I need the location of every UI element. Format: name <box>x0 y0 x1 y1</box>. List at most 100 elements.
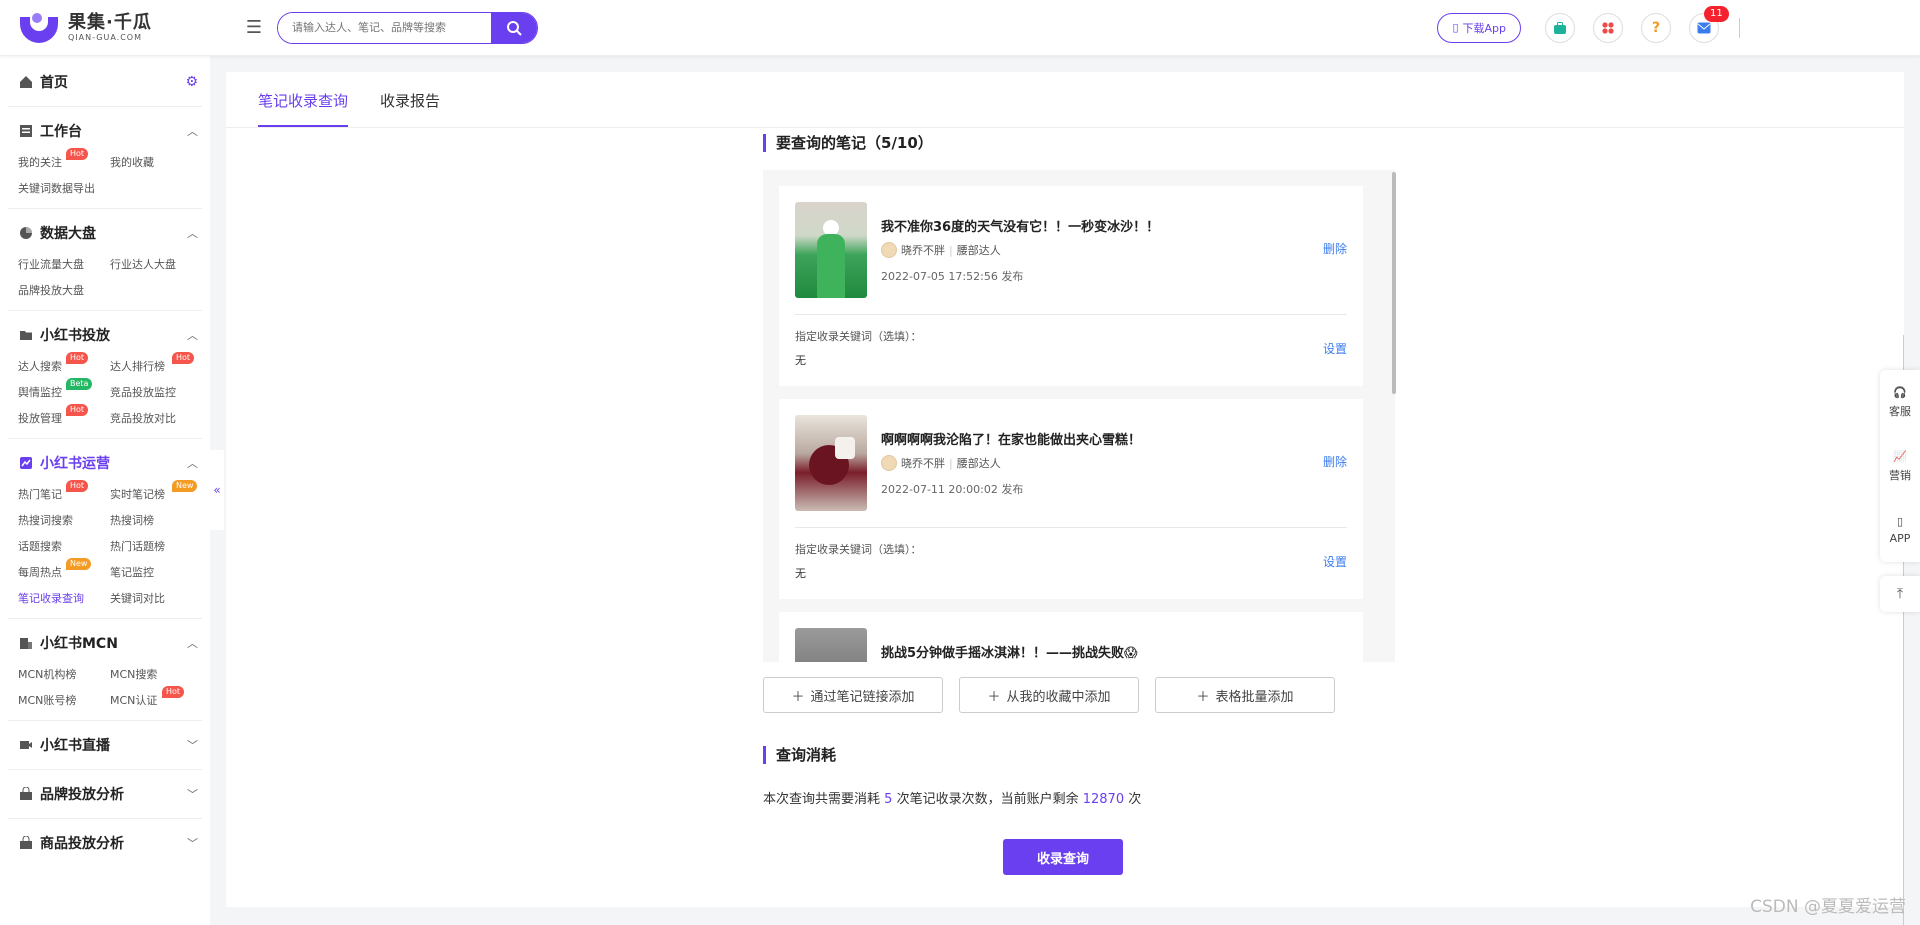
delete-note-button[interactable]: 删除 <box>1323 240 1347 257</box>
chevron-up-icon[interactable]: ︿ <box>187 225 198 241</box>
chevron-up-icon[interactable]: ︿ <box>187 123 198 139</box>
sidebar-section-xhs-ads[interactable]: 小红书投放 ︿ <box>18 323 202 347</box>
marketing-button[interactable]: 📈 营销 <box>1880 434 1920 498</box>
chart-icon: 📈 <box>1893 449 1907 463</box>
sidebar-item-topic-search[interactable]: 话题搜索 <box>18 537 110 556</box>
sidebar-item-my-favorites[interactable]: 我的收藏 <box>110 153 202 172</box>
sidebar-section-workbench[interactable]: 工作台 ︿ <box>18 119 202 143</box>
briefcase-icon[interactable] <box>1545 12 1575 43</box>
add-by-link-button[interactable]: ＋通过笔记链接添加 <box>763 677 943 713</box>
note-title[interactable]: 挑战5分钟做手摇冰淇淋！！——挑战失败😱 <box>881 642 1138 661</box>
settings-icon[interactable]: ⚙ <box>185 74 198 90</box>
add-from-favorites-button[interactable]: ＋从我的收藏中添加 <box>959 677 1139 713</box>
notes-section-title: 要查询的笔记（5/10） <box>763 134 933 152</box>
sidebar-item-competitor-monitor[interactable]: 竞品投放监控 <box>110 383 202 402</box>
note-thumbnail <box>795 202 867 298</box>
sidebar-item-topic-rank[interactable]: 热门话题榜 <box>110 537 202 556</box>
notification-count: 11 <box>1704 5 1729 22</box>
sidebar-item-note-index-query[interactable]: 笔记收录查询 <box>18 589 110 608</box>
add-by-spreadsheet-button[interactable]: ＋表格批量添加 <box>1155 677 1335 713</box>
back-to-top-icon[interactable]: ⤒ <box>1880 576 1920 612</box>
logo[interactable]: 果集·千瓜 QIAN-GUA.COM <box>18 12 218 43</box>
sidebar-item-mcn-account-rank[interactable]: MCN账号榜 <box>18 691 110 710</box>
search-button[interactable] <box>491 12 537 43</box>
delete-note-button[interactable]: 删除 <box>1323 453 1347 470</box>
sidebar-item-mcn-rank[interactable]: MCN机构榜 <box>18 665 110 684</box>
sidebar-item-keyword-export[interactable]: 关键词数据导出 <box>18 179 202 198</box>
beta-badge: Beta <box>66 378 93 390</box>
chevron-up-icon[interactable]: ︿ <box>187 635 198 651</box>
apps-icon[interactable] <box>1593 12 1623 43</box>
app-button[interactable]: ▯ APP <box>1880 498 1920 562</box>
sidebar-section-dashboard[interactable]: 数据大盘 ︿ <box>18 221 202 245</box>
sidebar-section-xhs-ops[interactable]: 小红书运营 ︿ <box>18 451 202 475</box>
search-box <box>277 11 538 44</box>
note-title[interactable]: 我不准你36度的天气没有它！！一秒变冰沙！！ <box>881 216 1159 235</box>
section-title: 小红书MCN <box>40 636 118 652</box>
new-badge: New <box>172 480 198 492</box>
sidebar-item-ad-manage[interactable]: 投放管理 Hot <box>18 404 110 428</box>
sidebar-item-realtime-rank[interactable]: 实时笔记榜 New <box>110 480 202 504</box>
sidebar-item-my-follow[interactable]: 我的关注 Hot <box>18 148 110 172</box>
sidebar-item-hot-notes[interactable]: 热门笔记 Hot <box>18 480 110 504</box>
sidebar-item-weekly-hot[interactable]: 每周热点 New <box>18 558 110 582</box>
set-keyword-button[interactable]: 设置 <box>1323 553 1347 570</box>
index-query-button[interactable]: 收录查询 <box>1003 839 1123 875</box>
chevron-down-icon[interactable]: ﹀ <box>187 737 198 753</box>
phone-icon: ▯ <box>1452 21 1459 34</box>
help-icon[interactable]: ? <box>1641 12 1671 43</box>
sidebar-section-product-analysis[interactable]: 商品投放分析 ﹀ <box>18 831 202 855</box>
note-publish-date: 2022-07-11 20:00:02 发布 <box>881 483 1024 496</box>
note-title[interactable]: 啊啊啊啊我沦陷了！在家也能做出夹心雪糕！ <box>881 429 1141 448</box>
sidebar-item-kol-search[interactable]: 达人搜索 Hot <box>18 352 110 376</box>
menu-toggle-icon[interactable]: ☰ <box>243 17 265 39</box>
note-card: 啊啊啊啊我沦陷了！在家也能做出夹心雪糕！ 晓乔不胖 | 腰部达人 2022-07… <box>779 399 1363 599</box>
sidebar-item-keyword-compare[interactable]: 关键词对比 <box>110 589 202 608</box>
scrollbar[interactable] <box>1392 172 1396 394</box>
section-title: 工作台 <box>40 124 82 140</box>
sidebar-item-sentiment[interactable]: 舆情监控 Beta <box>18 378 110 402</box>
set-keyword-button[interactable]: 设置 <box>1323 340 1347 357</box>
sidebar-item-home[interactable]: 首页 ⚙ <box>18 70 202 94</box>
chevron-up-icon[interactable]: ︿ <box>187 327 198 343</box>
section-title: 小红书投放 <box>40 328 110 344</box>
sidebar-item-industry-kol[interactable]: 行业达人大盘 <box>110 255 202 274</box>
chevron-up-icon[interactable]: ︿ <box>187 455 198 471</box>
download-app-button[interactable]: ▯ 下载App <box>1437 12 1521 43</box>
tab-note-index-query[interactable]: 笔记收录查询 <box>258 90 349 127</box>
notes-list: 我不准你36度的天气没有它！！一秒变冰沙！！ 晓乔不胖 | 腰部达人 2022-… <box>763 170 1395 662</box>
sidebar-item-kol-rank[interactable]: 达人排行榜 Hot <box>110 352 202 376</box>
search-input[interactable] <box>278 12 491 43</box>
cost-section-title: 查询消耗 <box>763 746 836 764</box>
sidebar-item-mcn-search[interactable]: MCN搜索 <box>110 665 202 684</box>
author-name[interactable]: 晓乔不胖 <box>901 242 945 258</box>
search-icon <box>507 20 522 36</box>
author-name[interactable]: 晓乔不胖 <box>901 455 945 471</box>
chevron-down-icon[interactable]: ﹀ <box>187 835 198 851</box>
section-title: 商品投放分析 <box>40 836 124 852</box>
note-thumbnail <box>795 628 867 662</box>
sidebar-item-brand-dashboard[interactable]: 品牌投放大盘 <box>18 281 110 300</box>
sidebar-item-industry-traffic[interactable]: 行业流量大盘 <box>18 255 110 274</box>
sidebar-item-hot-search-rank[interactable]: 热搜词榜 <box>110 511 202 530</box>
note-author: 晓乔不胖 | 腰部达人 <box>881 242 1001 258</box>
hot-badge: Hot <box>172 352 195 364</box>
keyword-value: 无 <box>795 354 806 367</box>
sidebar-collapse-icon[interactable]: « <box>210 450 224 530</box>
sidebar-section-brand-analysis[interactable]: 品牌投放分析 ﹀ <box>18 782 202 806</box>
sidebar-item-note-monitor[interactable]: 笔记监控 <box>110 563 202 582</box>
section-title: 品牌投放分析 <box>40 787 124 803</box>
mail-icon[interactable]: 11 <box>1689 5 1729 43</box>
sidebar-item-mcn-cert[interactable]: MCN认证 Hot <box>110 686 202 710</box>
new-badge: New <box>66 558 92 570</box>
sidebar-item-competitor-compare[interactable]: 竞品投放对比 <box>110 409 202 428</box>
sidebar-section-xhs-live[interactable]: 小红书直播 ﹀ <box>18 733 202 757</box>
tab-index-report[interactable]: 收录报告 <box>380 90 440 127</box>
sidebar-item-hot-search[interactable]: 热搜词搜索 <box>18 511 110 530</box>
float-toolbar: 🎧 客服 📈 营销 ▯ APP <box>1880 370 1920 562</box>
chevron-down-icon[interactable]: ﹀ <box>187 786 198 802</box>
customer-service-button[interactable]: 🎧 客服 <box>1880 370 1920 434</box>
note-card: 我不准你36度的天气没有它！！一秒变冰沙！！ 晓乔不胖 | 腰部达人 2022-… <box>779 186 1363 386</box>
author-level: 腰部达人 <box>956 244 1001 257</box>
sidebar-section-xhs-mcn[interactable]: 小红书MCN ︿ <box>18 631 202 655</box>
